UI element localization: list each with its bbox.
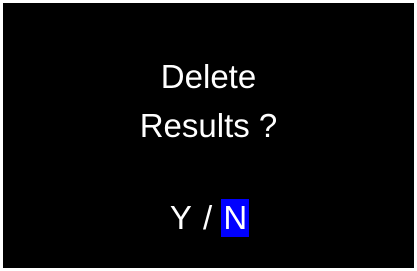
prompt-line-2: Results ? xyxy=(139,107,278,144)
prompt-line-1: Delete xyxy=(160,58,257,95)
option-separator: / xyxy=(193,199,222,236)
yes-no-choice: Y / N xyxy=(3,199,414,237)
confirm-delete-dialog: Delete Results ? Y / N xyxy=(3,3,414,268)
option-yes[interactable]: Y xyxy=(168,199,194,237)
option-no[interactable]: N xyxy=(221,199,250,237)
device-screen: Delete Results ? Y / N xyxy=(0,0,417,271)
